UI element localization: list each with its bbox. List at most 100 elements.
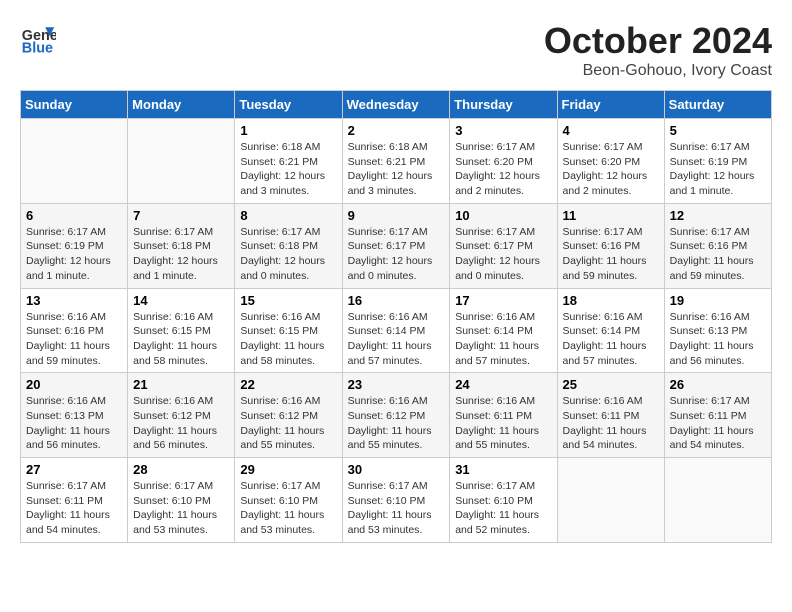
calendar-cell: 12 Sunrise: 6:17 AM Sunset: 6:16 PM Dayli… <box>664 203 771 288</box>
calendar-cell <box>557 458 664 543</box>
title-area: October 2024 Beon-Gohouo, Ivory Coast <box>544 20 772 80</box>
day-info: Sunrise: 6:17 AM Sunset: 6:10 PM Dayligh… <box>240 479 336 538</box>
calendar-cell: 23 Sunrise: 6:16 AM Sunset: 6:12 PM Dayli… <box>342 373 450 458</box>
calendar-cell: 17 Sunrise: 6:16 AM Sunset: 6:14 PM Dayli… <box>450 288 557 373</box>
day-number: 7 <box>133 208 229 223</box>
calendar-day-header: Friday <box>557 91 664 119</box>
calendar-cell: 4Sunrise: 6:17 AM Sunset: 6:20 PM Daylig… <box>557 119 664 204</box>
calendar-cell <box>128 119 235 204</box>
day-number: 10 <box>455 208 551 223</box>
day-info: Sunrise: 6:17 AM Sunset: 6:20 PM Dayligh… <box>455 140 551 199</box>
day-number: 27 <box>26 462 122 477</box>
day-info: Sunrise: 6:17 AM Sunset: 6:19 PM Dayligh… <box>26 225 122 284</box>
day-info: Sunrise: 6:17 AM Sunset: 6:16 PM Dayligh… <box>670 225 766 284</box>
day-number: 17 <box>455 293 551 308</box>
day-info: Sunrise: 6:17 AM Sunset: 6:16 PM Dayligh… <box>563 225 659 284</box>
calendar-cell: 31 Sunrise: 6:17 AM Sunset: 6:10 PM Dayli… <box>450 458 557 543</box>
svg-text:Blue: Blue <box>22 40 53 56</box>
day-number: 16 <box>348 293 445 308</box>
logo: General Blue <box>20 20 56 56</box>
day-number: 3 <box>455 123 551 138</box>
calendar-day-header: Wednesday <box>342 91 450 119</box>
calendar-week-row: 1 Sunrise: 6:18 AM Sunset: 6:21 PM Daylig… <box>21 119 772 204</box>
calendar-cell: 16 Sunrise: 6:16 AM Sunset: 6:14 PM Dayli… <box>342 288 450 373</box>
day-info: Sunrise: 6:17 AM Sunset: 6:10 PM Dayligh… <box>455 479 551 538</box>
day-info: Sunrise: 6:17 AM Sunset: 6:10 PM Dayligh… <box>133 479 229 538</box>
calendar-cell: 18Sunrise: 6:16 AM Sunset: 6:14 PM Dayli… <box>557 288 664 373</box>
calendar-cell: 1Sunrise: 6:18 AM Sunset: 6:21 PM Daylig… <box>235 119 342 204</box>
day-number: 31 <box>455 462 551 477</box>
day-info: Sunrise: 6:16 AM Sunset: 6:15 PM Dayligh… <box>133 310 229 369</box>
day-info: Sunrise: 6:17 AM Sunset: 6:18 PM Dayligh… <box>133 225 229 284</box>
calendar-day-header: Sunday <box>21 91 128 119</box>
day-number: 24 <box>455 377 551 392</box>
day-info: Sunrise: 6:16 AM Sunset: 6:12 PM Dayligh… <box>348 394 445 453</box>
calendar-cell: 9Sunrise: 6:17 AM Sunset: 6:17 PM Daylig… <box>342 203 450 288</box>
day-info: Sunrise: 6:17 AM Sunset: 6:17 PM Dayligh… <box>348 225 445 284</box>
day-info: Sunrise: 6:17 AM Sunset: 6:17 PM Dayligh… <box>455 225 551 284</box>
day-number: 29 <box>240 462 336 477</box>
day-number: 14 <box>133 293 229 308</box>
calendar-day-header: Monday <box>128 91 235 119</box>
day-info: Sunrise: 6:17 AM Sunset: 6:11 PM Dayligh… <box>670 394 766 453</box>
calendar-cell: 7 Sunrise: 6:17 AM Sunset: 6:18 PM Daylig… <box>128 203 235 288</box>
day-number: 1 <box>240 123 336 138</box>
day-info: Sunrise: 6:16 AM Sunset: 6:14 PM Dayligh… <box>455 310 551 369</box>
day-info: Sunrise: 6:16 AM Sunset: 6:12 PM Dayligh… <box>133 394 229 453</box>
calendar-cell: 3 Sunrise: 6:17 AM Sunset: 6:20 PM Daylig… <box>450 119 557 204</box>
day-number: 28 <box>133 462 229 477</box>
day-number: 8 <box>240 208 336 223</box>
day-info: Sunrise: 6:16 AM Sunset: 6:15 PM Dayligh… <box>240 310 336 369</box>
day-number: 20 <box>26 377 122 392</box>
calendar-cell: 6Sunrise: 6:17 AM Sunset: 6:19 PM Daylig… <box>21 203 128 288</box>
day-number: 25 <box>563 377 659 392</box>
month-title: October 2024 <box>544 20 772 62</box>
calendar-week-row: 20 Sunrise: 6:16 AM Sunset: 6:13 PM Dayli… <box>21 373 772 458</box>
calendar-body: 1 Sunrise: 6:18 AM Sunset: 6:21 PM Daylig… <box>21 119 772 543</box>
day-info: Sunrise: 6:16 AM Sunset: 6:16 PM Dayligh… <box>26 310 122 369</box>
calendar-cell: 20 Sunrise: 6:16 AM Sunset: 6:13 PM Dayli… <box>21 373 128 458</box>
day-info: Sunrise: 6:17 AM Sunset: 6:19 PM Dayligh… <box>670 140 766 199</box>
day-number: 19 <box>670 293 766 308</box>
calendar-cell: 25 Sunrise: 6:16 AM Sunset: 6:11 PM Dayli… <box>557 373 664 458</box>
calendar-cell: 19 Sunrise: 6:16 AM Sunset: 6:13 PM Dayli… <box>664 288 771 373</box>
calendar-header: SundayMondayTuesdayWednesdayThursdayFrid… <box>21 91 772 119</box>
day-info: Sunrise: 6:17 AM Sunset: 6:11 PM Dayligh… <box>26 479 122 538</box>
day-info: Sunrise: 6:16 AM Sunset: 6:14 PM Dayligh… <box>348 310 445 369</box>
calendar-cell: 22Sunrise: 6:16 AM Sunset: 6:12 PM Dayli… <box>235 373 342 458</box>
location-title: Beon-Gohouo, Ivory Coast <box>544 62 772 80</box>
calendar-cell: 30Sunrise: 6:17 AM Sunset: 6:10 PM Dayli… <box>342 458 450 543</box>
day-number: 18 <box>563 293 659 308</box>
calendar-cell <box>664 458 771 543</box>
calendar-week-row: 27 Sunrise: 6:17 AM Sunset: 6:11 PM Dayli… <box>21 458 772 543</box>
page-header: General Blue October 2024 Beon-Gohouo, I… <box>20 20 772 80</box>
day-info: Sunrise: 6:16 AM Sunset: 6:11 PM Dayligh… <box>563 394 659 453</box>
day-number: 26 <box>670 377 766 392</box>
calendar-cell <box>21 119 128 204</box>
calendar-cell: 8 Sunrise: 6:17 AM Sunset: 6:18 PM Daylig… <box>235 203 342 288</box>
day-info: Sunrise: 6:17 AM Sunset: 6:20 PM Dayligh… <box>563 140 659 199</box>
calendar-cell: 27 Sunrise: 6:17 AM Sunset: 6:11 PM Dayli… <box>21 458 128 543</box>
calendar-cell: 11 Sunrise: 6:17 AM Sunset: 6:16 PM Dayli… <box>557 203 664 288</box>
calendar-cell: 29 Sunrise: 6:17 AM Sunset: 6:10 PM Dayli… <box>235 458 342 543</box>
day-number: 5 <box>670 123 766 138</box>
day-number: 22 <box>240 377 336 392</box>
calendar-day-header: Tuesday <box>235 91 342 119</box>
day-number: 15 <box>240 293 336 308</box>
calendar-cell: 26 Sunrise: 6:17 AM Sunset: 6:11 PM Dayli… <box>664 373 771 458</box>
day-info: Sunrise: 6:16 AM Sunset: 6:13 PM Dayligh… <box>670 310 766 369</box>
calendar-header-row: SundayMondayTuesdayWednesdayThursdayFrid… <box>21 91 772 119</box>
calendar-cell: 21Sunrise: 6:16 AM Sunset: 6:12 PM Dayli… <box>128 373 235 458</box>
day-number: 2 <box>348 123 445 138</box>
day-number: 12 <box>670 208 766 223</box>
day-info: Sunrise: 6:17 AM Sunset: 6:18 PM Dayligh… <box>240 225 336 284</box>
calendar-cell: 5 Sunrise: 6:17 AM Sunset: 6:19 PM Daylig… <box>664 119 771 204</box>
day-number: 11 <box>563 208 659 223</box>
calendar-cell: 13Sunrise: 6:16 AM Sunset: 6:16 PM Dayli… <box>21 288 128 373</box>
logo-icon: General Blue <box>20 20 56 56</box>
day-number: 30 <box>348 462 445 477</box>
day-number: 23 <box>348 377 445 392</box>
calendar-cell: 15 Sunrise: 6:16 AM Sunset: 6:15 PM Dayli… <box>235 288 342 373</box>
day-info: Sunrise: 6:18 AM Sunset: 6:21 PM Dayligh… <box>348 140 445 199</box>
day-info: Sunrise: 6:16 AM Sunset: 6:13 PM Dayligh… <box>26 394 122 453</box>
